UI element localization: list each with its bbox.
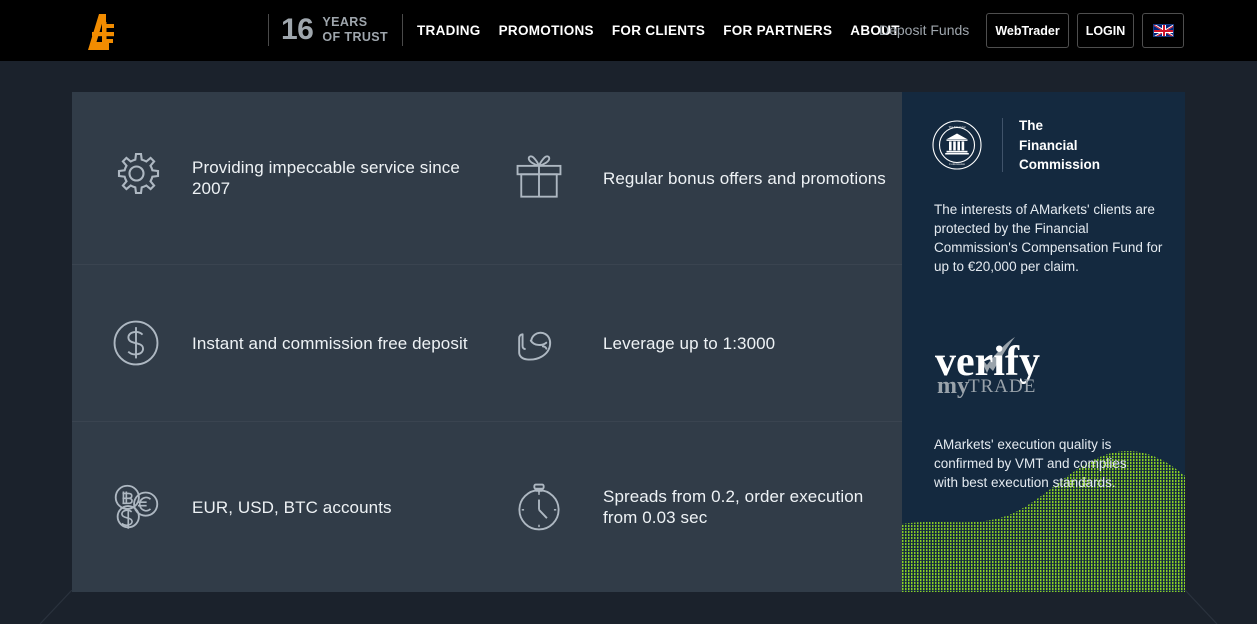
amarkets-logo[interactable] — [66, 6, 130, 54]
language-switcher-button[interactable] — [1142, 13, 1184, 48]
nav-item-for-clients[interactable]: FOR CLIENTS — [603, 23, 714, 38]
feature-instant-deposit: Instant and commission free deposit — [72, 265, 487, 421]
verifymytrade-paragraph: AMarkets' execution quality is confirmed… — [934, 437, 1127, 490]
divider-right — [402, 14, 404, 46]
main-navigation: TRADING PROMOTIONS FOR CLIENTS FOR PARTN… — [408, 0, 909, 61]
dollar-circle-icon — [104, 311, 168, 375]
years-label: YEARS OF TRUST — [322, 15, 402, 45]
feature-account-currencies: EUR, USD, BTC accounts — [72, 422, 487, 592]
uk-flag-icon — [1152, 24, 1174, 37]
site-header: 16 YEARS OF TRUST TRADING PROMOTIONS FOR… — [0, 0, 1257, 61]
nav-item-for-partners[interactable]: FOR PARTNERS — [714, 23, 841, 38]
years-number: 16 — [281, 13, 314, 46]
gift-icon — [507, 146, 571, 210]
verifymytrade-logo: verify my TRADE — [935, 335, 1065, 405]
financial-commission-seal-icon: The Financial Commission — [932, 120, 982, 170]
feature-label: Regular bonus offers and promotions — [603, 168, 886, 188]
fc-title-line2: Financial — [1019, 137, 1078, 153]
divider-left — [268, 14, 269, 46]
feature-spreads-execution: Spreads from 0.2, order execution from 0… — [487, 422, 902, 592]
svg-text:Commission: Commission — [949, 162, 965, 166]
stopwatch-icon — [507, 475, 571, 539]
feature-label: Spreads from 0.2, order execution from 0… — [603, 487, 864, 527]
deposit-funds-link[interactable]: Deposit Funds — [879, 22, 969, 38]
feature-label: Providing impeccable service since 2007 — [192, 158, 460, 198]
bottom-diagonal-lines — [39, 590, 1218, 624]
login-button[interactable]: LOGIN — [1077, 13, 1134, 48]
coins-icon — [104, 475, 168, 539]
nav-item-promotions[interactable]: PROMOTIONS — [490, 23, 603, 38]
muscle-arm-icon — [507, 311, 571, 375]
fc-title-line1: The — [1019, 118, 1044, 133]
feature-leverage: Leverage up to 1:3000 — [487, 265, 902, 421]
panel-divider — [1002, 118, 1003, 173]
financial-commission-title: The Financial Commission — [1019, 116, 1100, 175]
svg-text:The Financial: The Financial — [948, 125, 965, 129]
years-label-line1: YEARS — [322, 15, 368, 29]
feature-label: Instant and commission free deposit — [192, 333, 468, 353]
gear-icon — [104, 146, 168, 210]
features-row-1: Providing impeccable service since 2007 … — [72, 92, 902, 264]
years-label-line2: OF TRUST — [322, 30, 389, 44]
svg-text:TRADE: TRADE — [968, 376, 1036, 397]
features-row-3: EUR, USD, BTC accounts Spreads from 0.2,… — [72, 422, 902, 592]
feature-bonus-offers: Regular bonus offers and promotions — [487, 92, 902, 264]
webtrader-button[interactable]: WebTrader — [986, 13, 1069, 48]
feature-label: EUR, USD, BTC accounts — [192, 497, 392, 517]
svg-text:my: my — [937, 373, 969, 399]
feature-impeccable-service: Providing impeccable service since 2007 — [72, 92, 487, 264]
fc-title-line3: Commission — [1019, 157, 1101, 172]
feature-label: Leverage up to 1:3000 — [603, 333, 776, 353]
nav-item-trading[interactable]: TRADING — [408, 23, 490, 38]
years-of-trust-badge: 16 YEARS OF TRUST — [268, 10, 404, 50]
financial-commission-paragraph: The interests of AMarkets' clients are p… — [934, 201, 1163, 274]
features-row-2: Instant and commission free deposit Leve… — [72, 264, 902, 422]
features-card: Providing impeccable service since 2007 … — [72, 92, 902, 592]
financial-commission-header: The Financial Commission The Financial C… — [902, 92, 1185, 175]
